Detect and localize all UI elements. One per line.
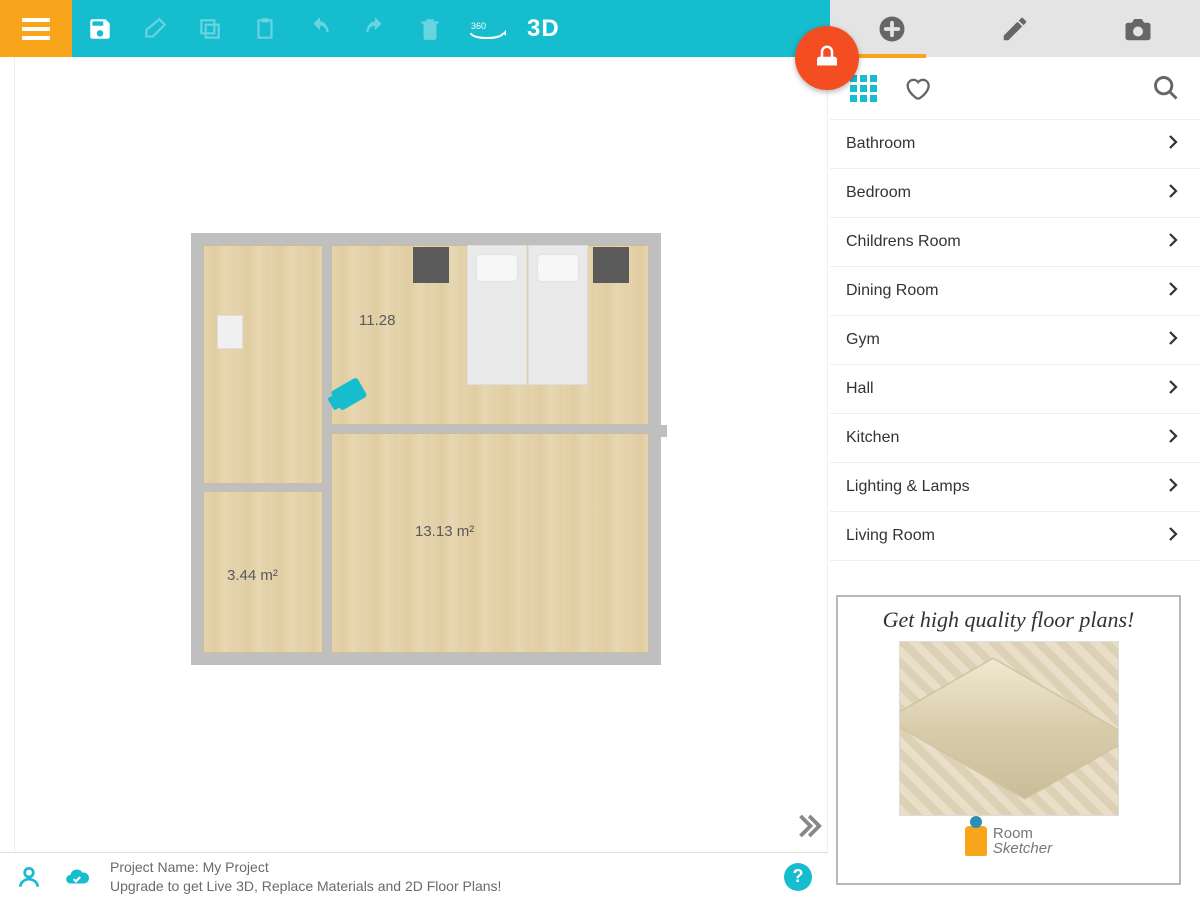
chevron-right-icon xyxy=(1164,329,1182,352)
furniture-cabinet[interactable] xyxy=(217,315,243,349)
chevron-right-icon xyxy=(1164,182,1182,205)
panel-mode-tabs xyxy=(830,0,1200,57)
furniture-bed[interactable] xyxy=(528,245,588,385)
room-top-left[interactable] xyxy=(203,245,323,484)
category-hall[interactable]: Hall xyxy=(830,365,1200,414)
rotate-360-button[interactable]: 360 xyxy=(457,0,517,57)
category-bedroom[interactable]: Bedroom xyxy=(830,169,1200,218)
furniture-nightstand[interactable] xyxy=(413,247,449,283)
chevron-right-icon xyxy=(1164,133,1182,156)
category-dining-room[interactable]: Dining Room xyxy=(830,267,1200,316)
furniture-bed[interactable] xyxy=(467,245,527,385)
category-lighting-lamps[interactable]: Lighting & Lamps xyxy=(830,463,1200,512)
floorplan[interactable]: 11.28 13.13 m² 3.44 m² xyxy=(191,233,661,665)
category-bathroom[interactable]: Bathroom xyxy=(830,120,1200,169)
brand-logo: RoomSketcher xyxy=(965,826,1052,856)
favorites-icon[interactable] xyxy=(903,74,931,102)
search-icon[interactable] xyxy=(1152,74,1180,102)
add-furniture-fab[interactable] xyxy=(795,26,859,90)
status-bar: Project Name: My Project Upgrade to get … xyxy=(0,852,828,900)
hamburger-icon xyxy=(22,18,50,40)
copy-button[interactable] xyxy=(182,0,237,57)
category-kitchen[interactable]: Kitchen xyxy=(830,414,1200,463)
chevron-right-icon xyxy=(1164,378,1182,401)
upgrade-message: Upgrade to get Live 3D, Replace Material… xyxy=(110,877,501,895)
redo-button[interactable] xyxy=(347,0,402,57)
chevron-right-icon xyxy=(1164,476,1182,499)
status-text: Project Name: My Project Upgrade to get … xyxy=(110,858,501,894)
save-button[interactable] xyxy=(72,0,127,57)
cloud-sync-icon[interactable] xyxy=(64,864,90,890)
edit-tab[interactable] xyxy=(954,0,1076,57)
expand-panel-button[interactable] xyxy=(793,811,823,846)
room-area-label: 3.44 m² xyxy=(227,567,278,584)
furniture-nightstand[interactable] xyxy=(593,247,629,283)
help-button[interactable]: ? xyxy=(784,863,812,891)
project-name: My Project xyxy=(203,859,269,875)
view-3d-toggle[interactable]: 3D xyxy=(517,15,570,43)
category-list[interactable]: Bathroom Bedroom Childrens Room Dining R… xyxy=(830,119,1200,579)
user-icon[interactable] xyxy=(16,864,42,890)
paste-button[interactable] xyxy=(237,0,292,57)
brand-mark-icon xyxy=(965,826,987,856)
svg-text:360: 360 xyxy=(471,21,486,31)
erase-button[interactable] xyxy=(127,0,182,57)
menu-button[interactable] xyxy=(0,0,72,57)
door-opening[interactable] xyxy=(649,425,667,437)
floorplan-canvas[interactable]: 11.28 13.13 m² 3.44 m² xyxy=(14,57,828,852)
upgrade-promo[interactable]: Get high quality floor plans! RoomSketch… xyxy=(836,595,1181,885)
undo-button[interactable] xyxy=(292,0,347,57)
grid-view-icon[interactable] xyxy=(850,75,877,102)
chevron-right-icon xyxy=(1164,427,1182,450)
room-area-label: 11.28 xyxy=(359,312,395,329)
chevron-right-icon xyxy=(1164,231,1182,254)
library-filter-row xyxy=(830,57,1200,119)
delete-button[interactable] xyxy=(402,0,457,57)
category-gym[interactable]: Gym xyxy=(830,316,1200,365)
category-childrens-room[interactable]: Childrens Room xyxy=(830,218,1200,267)
promo-image xyxy=(899,641,1119,816)
category-living-room[interactable]: Living Room xyxy=(830,512,1200,561)
chevron-right-icon xyxy=(1164,280,1182,303)
snapshot-tab[interactable] xyxy=(1077,0,1199,57)
promo-headline: Get high quality floor plans! xyxy=(883,607,1135,633)
chevron-right-icon xyxy=(1164,525,1182,548)
room-large[interactable] xyxy=(331,433,649,653)
room-area-label: 13.13 m² xyxy=(415,523,474,540)
